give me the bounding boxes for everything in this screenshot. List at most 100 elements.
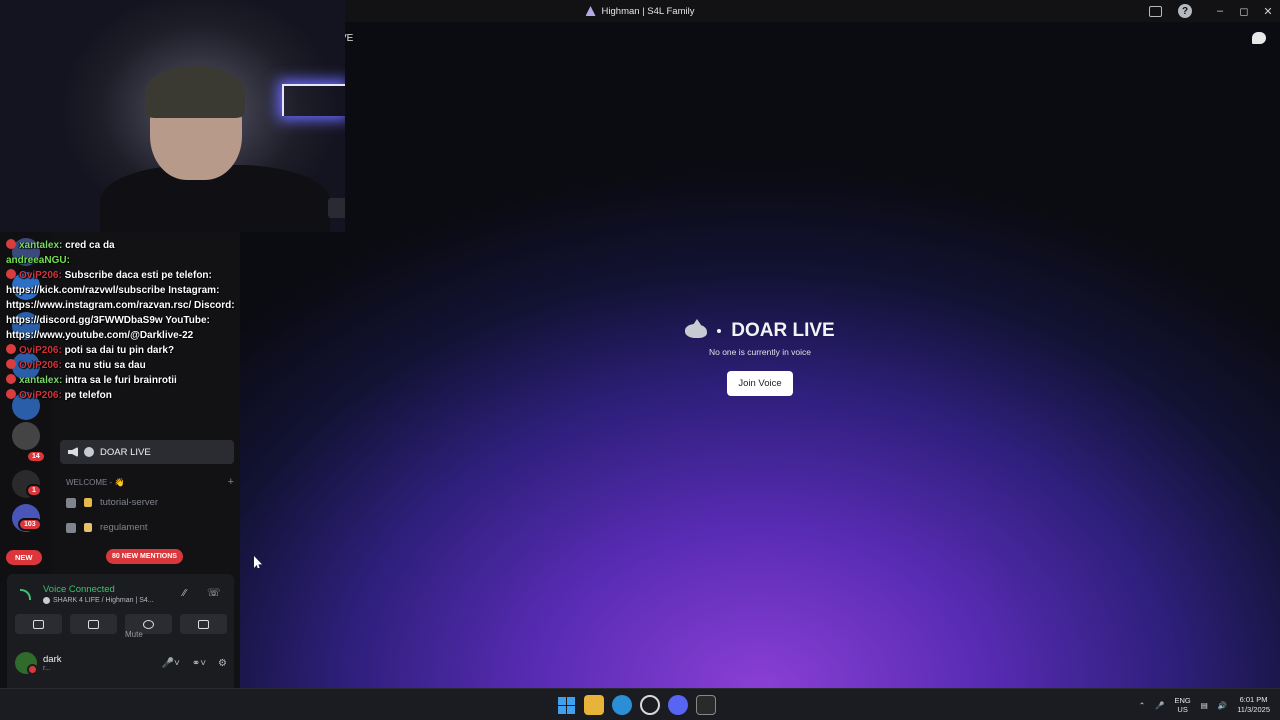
announcement-icon bbox=[66, 497, 76, 508]
soundboard-button[interactable] bbox=[180, 614, 227, 634]
user-info[interactable]: dark r... bbox=[37, 654, 61, 672]
signal-icon[interactable] bbox=[20, 589, 31, 600]
category-label: WELCOME - 👋 bbox=[66, 477, 125, 487]
noise-suppression-icon[interactable]: ∕∕ bbox=[183, 588, 186, 599]
help-icon[interactable]: ? bbox=[1178, 4, 1192, 18]
badge-icon bbox=[6, 374, 16, 384]
windows-icon bbox=[557, 696, 575, 714]
microphone-icon[interactable]: 🎤˅ bbox=[162, 658, 180, 669]
avatar[interactable] bbox=[15, 652, 38, 675]
category-welcome[interactable]: WELCOME - 👋 + bbox=[66, 476, 234, 488]
discord-icon[interactable] bbox=[668, 695, 688, 715]
server-logo-icon bbox=[585, 6, 596, 16]
epic-games-icon[interactable] bbox=[696, 695, 716, 715]
voice-location[interactable]: SHARK 4 LIFE / Highman | S4... bbox=[43, 597, 154, 604]
chat-message: OviP206: Subscribe daca esti pe telefon:… bbox=[6, 268, 296, 343]
new-mentions-pill[interactable]: 80 NEW MENTIONS bbox=[106, 549, 183, 564]
chat-text: poti sa dai tu pin dark? bbox=[64, 345, 175, 356]
window-title-text: Highman | S4L Family bbox=[601, 5, 695, 17]
voice-channel-title: DOAR LIVE bbox=[240, 319, 1280, 342]
badge-icon bbox=[6, 239, 16, 249]
window-title: Highman | S4L Family bbox=[585, 5, 695, 17]
new-pill[interactable]: NEW bbox=[6, 550, 42, 565]
unread-badge: 103 bbox=[18, 518, 42, 531]
obs-icon[interactable] bbox=[640, 695, 660, 715]
edge-browser-icon[interactable] bbox=[612, 695, 632, 715]
chat-username: OviP206: bbox=[19, 270, 62, 281]
webcam-overlay bbox=[0, 0, 345, 232]
chat-bubble-icon[interactable] bbox=[1252, 32, 1266, 44]
minimize-button[interactable]: – bbox=[1208, 0, 1232, 22]
camera-off-icon bbox=[33, 619, 44, 629]
taskbar: ⌃ 🎤 ENG US ▤ 🔊 6:01 PM 11/3/2025 bbox=[0, 688, 1280, 720]
user-name: dark bbox=[43, 654, 62, 665]
user-panel: dark r... 🎤˅ ⚭˅ ⚙ bbox=[15, 648, 227, 678]
screen-share-button[interactable] bbox=[70, 614, 117, 634]
chat-username: OviP206: bbox=[19, 345, 62, 356]
channel-item-tutorial-server[interactable]: tutorial-server bbox=[66, 497, 234, 508]
camera-button[interactable] bbox=[15, 614, 62, 634]
server-icon[interactable] bbox=[12, 422, 40, 450]
chat-message: OviP206: pe telefon bbox=[6, 388, 296, 403]
voice-actions bbox=[15, 614, 227, 634]
taskbar-apps bbox=[556, 695, 716, 715]
voice-stage: VE DOAR LIVE No one is currently in voic… bbox=[240, 22, 1280, 688]
title-bar-actions: ? – ◻ ✕ bbox=[1149, 0, 1280, 22]
volume-icon[interactable]: 🔊 bbox=[1218, 701, 1227, 710]
maximize-button[interactable]: ◻ bbox=[1232, 0, 1256, 22]
voice-location-text: SHARK 4 LIFE / Highman | S4... bbox=[53, 597, 154, 604]
voice-status-text: No one is currently in voice bbox=[708, 347, 812, 357]
voice-channel-info: DOAR LIVE No one is currently in voice J… bbox=[240, 319, 1280, 396]
channel-item-doar-live[interactable]: DOAR LIVE bbox=[60, 440, 234, 464]
clock[interactable]: 6:01 PM 11/3/2025 bbox=[1237, 695, 1270, 715]
chat-message: andreeaNGU: bbox=[6, 253, 296, 268]
channel-item-regulament[interactable]: regulament bbox=[66, 522, 234, 533]
language-indicator[interactable]: ENG US bbox=[1174, 696, 1190, 714]
join-voice-button[interactable]: Join Voice bbox=[727, 371, 793, 396]
chat-message: OviP206: poti sa dai tu pin dark? bbox=[6, 343, 296, 358]
file-explorer-icon[interactable] bbox=[584, 695, 604, 715]
chat-username: andreeaNGU: bbox=[6, 255, 70, 266]
microphone-tray-icon[interactable]: 🎤 bbox=[1155, 701, 1164, 710]
chat-text: ca nu stiu sa dau bbox=[64, 360, 146, 371]
chat-message: xantalex: intra sa le furi brainrotii bbox=[6, 373, 296, 388]
gear-icon[interactable]: ⚙ bbox=[218, 658, 227, 669]
chat-text: cred ca da bbox=[65, 240, 115, 251]
chat-text: pe telefon bbox=[64, 390, 112, 401]
streamer-cap bbox=[145, 66, 245, 118]
chat-text: intra sa le furi brainrotii bbox=[65, 375, 177, 386]
inbox-icon[interactable] bbox=[1149, 5, 1162, 17]
badge-icon bbox=[6, 359, 16, 369]
voice-connected-status[interactable]: Voice Connected bbox=[43, 584, 115, 595]
scroll-emoji-icon bbox=[84, 523, 92, 532]
rules-icon bbox=[66, 522, 76, 533]
show-hidden-icons-icon[interactable]: ⌃ bbox=[1139, 701, 1145, 710]
chat-username: xantalex: bbox=[19, 240, 63, 251]
led-light-strip bbox=[282, 84, 345, 116]
chat-message: OviP206: ca nu stiu sa dau bbox=[6, 358, 296, 373]
disconnect-icon[interactable]: ☏ bbox=[207, 586, 221, 599]
network-icon[interactable]: ▤ bbox=[1201, 701, 1208, 710]
channel-label: tutorial-server bbox=[100, 497, 159, 508]
add-channel-icon[interactable]: + bbox=[228, 476, 234, 488]
chat-message: xantalex: cred ca da bbox=[6, 238, 296, 253]
close-button[interactable]: ✕ bbox=[1256, 0, 1280, 22]
app-root: Highman | S4L Family ? – ◻ ✕ VE DOAR LIV… bbox=[0, 0, 1280, 720]
soundboard-icon bbox=[198, 619, 209, 629]
language-top: ENG bbox=[1174, 696, 1191, 705]
shark-icon bbox=[84, 447, 94, 457]
screen-share-icon bbox=[88, 619, 99, 629]
language-bottom: US bbox=[1177, 705, 1188, 714]
voice-connected-panel: Voice Connected SHARK 4 LIFE / Highman |… bbox=[7, 574, 234, 702]
headphones-icon[interactable]: ⚭˅ bbox=[192, 658, 206, 669]
badge-icon bbox=[6, 389, 16, 399]
badge-icon bbox=[6, 344, 16, 354]
start-button[interactable] bbox=[556, 695, 576, 715]
shark-icon bbox=[43, 597, 50, 604]
chat-username: OviP206: bbox=[19, 390, 62, 401]
activities-icon bbox=[143, 619, 154, 629]
shark-icon bbox=[685, 319, 708, 338]
clock-time: 6:01 PM bbox=[1239, 695, 1268, 704]
system-tray: ⌃ 🎤 ENG US ▤ 🔊 6:01 PM 11/3/2025 bbox=[1139, 689, 1270, 720]
chat-username: OviP206: bbox=[19, 360, 62, 371]
